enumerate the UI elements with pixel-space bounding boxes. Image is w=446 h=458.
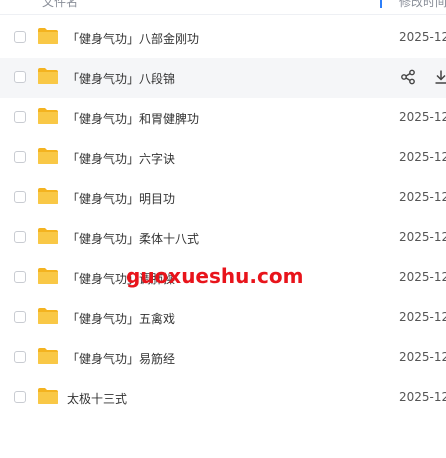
file-name[interactable]: 「健身气功」柔体十八式 <box>67 230 199 247</box>
modified-time: 2025-12 <box>399 390 446 404</box>
watermark-text: guoxueshu.com <box>126 264 304 288</box>
file-name[interactable]: 「健身气功」六字诀 <box>67 150 175 167</box>
file-list-header: 文件名 修改时间 <box>0 0 446 15</box>
file-name[interactable]: 太极十三式 <box>67 390 127 407</box>
file-row[interactable]: 「健身气功」和胃健脾功 2025-12 <box>0 98 446 138</box>
file-row[interactable]: 「健身气功」五禽戏 2025-12 <box>0 298 446 338</box>
folder-icon <box>38 68 58 84</box>
column-header-name[interactable]: 文件名 <box>42 0 78 10</box>
modified-time: 2025-12 <box>399 30 446 44</box>
sort-indicator <box>380 0 382 8</box>
row-checkbox[interactable] <box>14 351 26 363</box>
folder-icon <box>38 348 58 364</box>
row-checkbox[interactable] <box>14 151 26 163</box>
modified-time: 2025-12 <box>399 270 446 284</box>
modified-time: 2025-12 <box>399 110 446 124</box>
file-name[interactable]: 「健身气功」易筋经 <box>67 350 175 367</box>
modified-time: 2025-12 <box>399 190 446 204</box>
file-row[interactable]: 「健身气功」明目功 2025-12 <box>0 178 446 218</box>
file-name[interactable]: 「健身气功」五禽戏 <box>67 310 175 327</box>
row-checkbox[interactable] <box>14 311 26 323</box>
modified-time: 2025-12 <box>399 310 446 324</box>
folder-icon <box>38 188 58 204</box>
file-row[interactable]: 「健身气功」柔体十八式 2025-12 <box>0 218 446 258</box>
file-row[interactable]: 「健身气功」六字诀 2025-12 <box>0 138 446 178</box>
file-name[interactable]: 「健身气功」八部金刚功 <box>67 30 199 47</box>
column-header-modified[interactable]: 修改时间 <box>399 0 446 10</box>
row-checkbox[interactable] <box>14 231 26 243</box>
folder-icon <box>38 148 58 164</box>
modified-time: 2025-12 <box>399 150 446 164</box>
modified-time: 2025-12 <box>399 230 446 244</box>
file-row[interactable]: 「健身气功」八段锦 <box>0 58 446 98</box>
file-name[interactable]: 「健身气功」八段锦 <box>67 70 175 87</box>
folder-icon <box>38 108 58 124</box>
folder-icon <box>38 388 58 404</box>
row-checkbox[interactable] <box>14 391 26 403</box>
folder-icon <box>38 268 58 284</box>
row-checkbox[interactable] <box>14 271 26 283</box>
folder-icon <box>38 28 58 44</box>
file-name[interactable]: 「健身气功」明目功 <box>67 190 175 207</box>
file-row[interactable]: 太极十三式 2025-12 <box>0 378 446 418</box>
row-checkbox[interactable] <box>14 71 26 83</box>
file-name[interactable]: 「健身气功」和胃健脾功 <box>67 110 199 127</box>
modified-time: 2025-12 <box>399 350 446 364</box>
row-checkbox[interactable] <box>14 31 26 43</box>
row-checkbox[interactable] <box>14 191 26 203</box>
download-icon[interactable] <box>433 69 446 85</box>
row-checkbox[interactable] <box>14 111 26 123</box>
folder-icon <box>38 308 58 324</box>
folder-icon <box>38 228 58 244</box>
share-icon[interactable] <box>400 69 416 85</box>
file-row[interactable]: 「健身气功」易筋经 2025-12 <box>0 338 446 378</box>
file-row[interactable]: 「健身气功」八部金刚功 2025-12 <box>0 18 446 58</box>
